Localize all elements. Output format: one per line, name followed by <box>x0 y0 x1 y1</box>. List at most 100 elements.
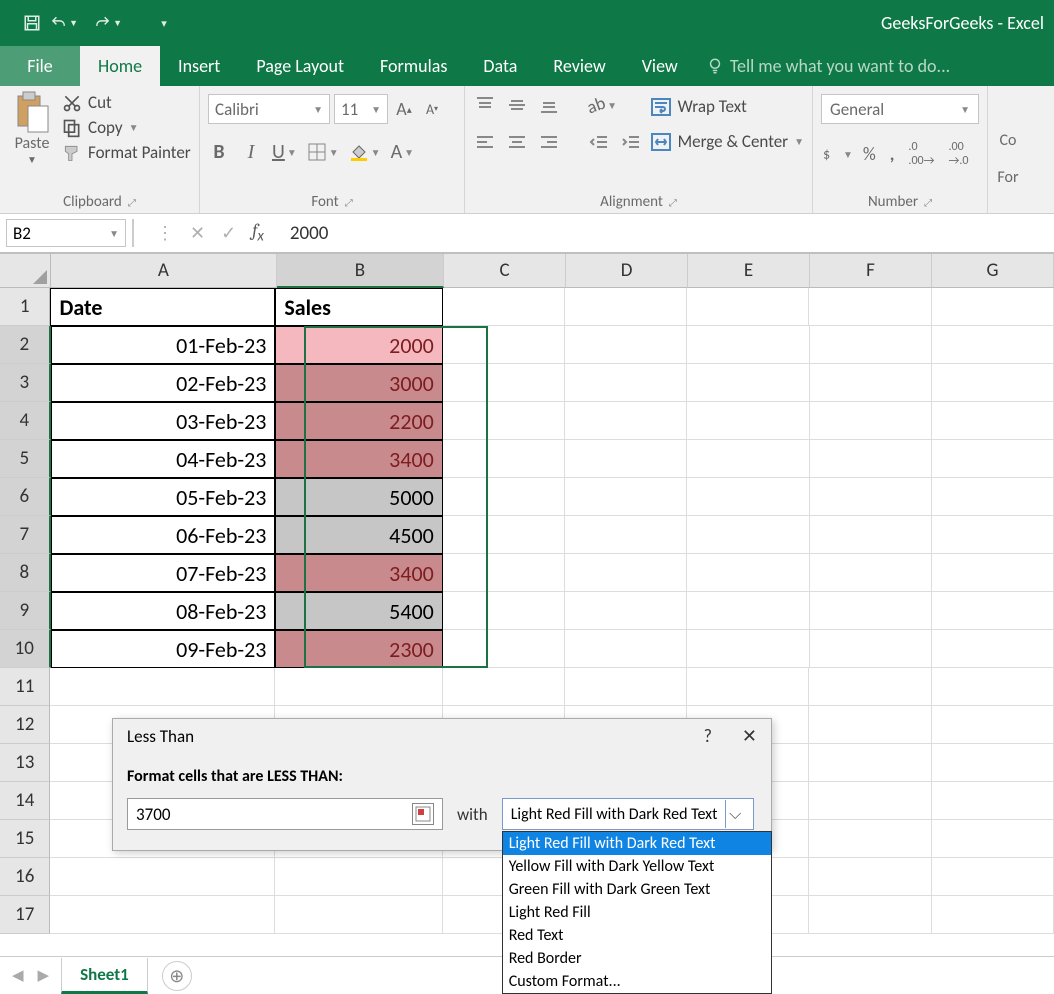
tab-formulas[interactable]: Formulas <box>362 46 465 86</box>
cell-D4[interactable] <box>565 402 687 440</box>
cell-F15[interactable] <box>809 820 931 858</box>
cell-A6[interactable]: 05-Feb-23 <box>51 478 276 516</box>
cell-F2[interactable] <box>810 326 932 364</box>
align-middle-button[interactable] <box>505 94 529 116</box>
sheet-tab[interactable]: Sheet1 <box>61 958 148 994</box>
cell-E1[interactable] <box>687 288 809 326</box>
format-option-0[interactable]: Light Red Fill with Dark Red Text <box>503 832 771 855</box>
cell-E5[interactable] <box>687 440 809 478</box>
select-all-corner[interactable] <box>0 254 51 288</box>
align-left-button[interactable] <box>473 132 497 154</box>
col-header-G[interactable]: G <box>932 254 1054 288</box>
tab-insert[interactable]: Insert <box>160 46 238 86</box>
dialog-launcher-icon[interactable]: ⤢ <box>924 196 932 209</box>
font-color-button[interactable]: A▼ <box>391 140 414 164</box>
format-option-6[interactable]: Custom Format... <box>503 970 771 993</box>
row-header-12[interactable]: 12 <box>0 706 50 744</box>
cell-G16[interactable] <box>932 858 1054 896</box>
cell-F5[interactable] <box>810 440 932 478</box>
cell-E11[interactable] <box>687 668 809 706</box>
tab-review[interactable]: Review <box>535 46 623 86</box>
row-header-1[interactable]: 1 <box>0 288 50 326</box>
cell-C7[interactable] <box>443 516 565 554</box>
chevron-down-icon[interactable]: ▼ <box>129 121 139 134</box>
increase-indent-button[interactable] <box>619 132 643 154</box>
cell-E2[interactable] <box>687 326 809 364</box>
italic-button[interactable]: I <box>240 141 262 163</box>
orientation-button[interactable]: ab▼ <box>587 94 617 116</box>
row-header-2[interactable]: 2 <box>0 326 51 364</box>
cell-B1[interactable]: Sales <box>275 288 442 326</box>
dialog-launcher-icon[interactable]: ⤢ <box>345 196 353 209</box>
row-header-8[interactable]: 8 <box>0 554 51 592</box>
cell-F13[interactable] <box>809 744 931 782</box>
cell-E6[interactable] <box>687 478 809 516</box>
fill-color-button[interactable]: ▼ <box>349 142 381 162</box>
new-sheet-button[interactable]: ⊕ <box>162 961 192 991</box>
cell-F11[interactable] <box>809 668 931 706</box>
row-header-17[interactable]: 17 <box>0 896 50 934</box>
number-format-select[interactable]: General▼ <box>821 94 979 124</box>
col-header-E[interactable]: E <box>688 254 810 288</box>
cell-B10[interactable]: 2300 <box>275 630 442 668</box>
borders-button[interactable]: ▼ <box>307 142 339 162</box>
col-header-D[interactable]: D <box>566 254 688 288</box>
format-select[interactable]: Light Red Fill with Dark Red Text ⌵ Ligh… <box>502 798 754 830</box>
tab-page-layout[interactable]: Page Layout <box>238 46 362 86</box>
cell-G11[interactable] <box>932 668 1054 706</box>
cell-D10[interactable] <box>565 630 687 668</box>
cell-F6[interactable] <box>810 478 932 516</box>
cell-D2[interactable] <box>565 326 687 364</box>
increase-decimal-button[interactable]: .0.00→ <box>904 140 938 168</box>
enter-icon[interactable]: ✓ <box>221 222 236 244</box>
cut-button[interactable]: Cut <box>62 92 191 113</box>
cell-D3[interactable] <box>565 364 687 402</box>
row-header-6[interactable]: 6 <box>0 478 51 516</box>
cell-F8[interactable] <box>810 554 932 592</box>
close-icon[interactable]: ✕ <box>742 725 757 747</box>
cell-B11[interactable] <box>275 668 442 706</box>
cell-G17[interactable] <box>932 896 1054 934</box>
prev-sheet-icon[interactable]: ◀ <box>12 966 24 985</box>
undo-icon[interactable]: ▼ <box>50 9 78 37</box>
row-header-9[interactable]: 9 <box>0 592 51 630</box>
cell-F14[interactable] <box>809 782 931 820</box>
cell-B5[interactable]: 3400 <box>275 440 442 478</box>
fx-icon[interactable]: fx <box>252 220 264 246</box>
row-header-15[interactable]: 15 <box>0 820 50 858</box>
cell-E8[interactable] <box>687 554 809 592</box>
col-header-A[interactable]: A <box>51 254 277 288</box>
cell-A7[interactable]: 06-Feb-23 <box>51 516 276 554</box>
cell-G12[interactable] <box>932 706 1054 744</box>
row-header-3[interactable]: 3 <box>0 364 51 402</box>
cell-C11[interactable] <box>443 668 565 706</box>
percent-button[interactable]: % <box>859 143 880 165</box>
cell-A9[interactable]: 08-Feb-23 <box>51 592 276 630</box>
align-center-button[interactable] <box>505 132 529 154</box>
cell-A3[interactable]: 02-Feb-23 <box>51 364 276 402</box>
row-header-4[interactable]: 4 <box>0 402 51 440</box>
cancel-icon[interactable]: ✕ <box>190 222 205 244</box>
format-option-3[interactable]: Light Red Fill <box>503 901 771 924</box>
cell-C6[interactable] <box>443 478 565 516</box>
format-option-2[interactable]: Green Fill with Dark Green Text <box>503 878 771 901</box>
cell-B9[interactable]: 5400 <box>275 592 442 630</box>
cell-C9[interactable] <box>443 592 565 630</box>
next-sheet-icon[interactable]: ▶ <box>38 966 50 985</box>
row-header-13[interactable]: 13 <box>0 744 50 782</box>
tell-me-search[interactable]: Tell me what you want to do... <box>696 46 950 86</box>
cell-D5[interactable] <box>565 440 687 478</box>
cell-F9[interactable] <box>810 592 932 630</box>
cell-B4[interactable]: 2200 <box>275 402 442 440</box>
cell-C3[interactable] <box>443 364 565 402</box>
cell-F7[interactable] <box>810 516 932 554</box>
decrease-indent-button[interactable] <box>587 132 611 154</box>
redo-icon[interactable]: ▼ <box>94 9 122 37</box>
cell-E4[interactable] <box>687 402 809 440</box>
cell-A2[interactable]: 01-Feb-23 <box>51 326 276 364</box>
cell-D8[interactable] <box>565 554 687 592</box>
cell-G15[interactable] <box>932 820 1054 858</box>
cell-D11[interactable] <box>565 668 687 706</box>
cell-G5[interactable] <box>932 440 1054 478</box>
formula-input[interactable]: 2000 <box>280 222 329 245</box>
